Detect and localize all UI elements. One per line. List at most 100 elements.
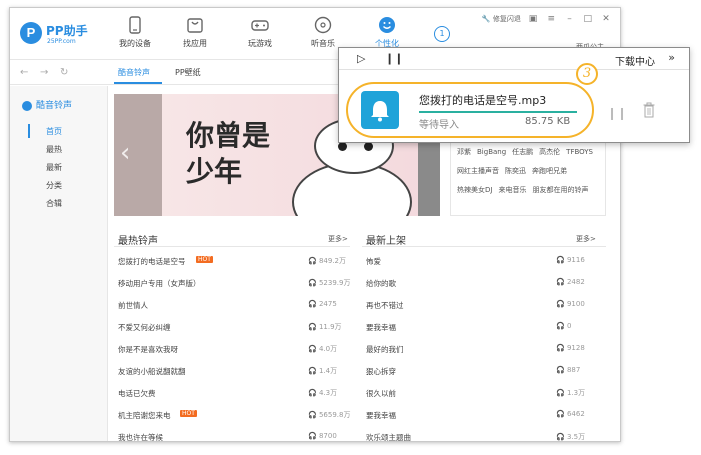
nav-find-apps[interactable]: 找应用 [170, 16, 220, 56]
sidebar: 酷音铃声 首页 最热 最新 分类 合辑 [10, 86, 108, 441]
play-count-value: 0 [566, 322, 572, 330]
list-item[interactable]: 友谊的小船说翻就翻 🎧 1.4万 [118, 360, 358, 382]
minimize-button[interactable]: – [564, 14, 576, 24]
app-logo[interactable]: P PP助手 25PP.com [20, 20, 110, 50]
list-item[interactable]: 前世情人 🎧 2475 [118, 294, 358, 316]
sidebar-item-hottest[interactable]: 最热 [46, 144, 62, 155]
play-count: 🎧 5239.9万 [308, 278, 350, 288]
ringtone-name: 很久以前 [366, 389, 396, 398]
ringtone-name: 给你的歌 [366, 279, 396, 288]
sidebar-item-home[interactable]: 首页 [46, 126, 62, 137]
tag[interactable]: 邓紫 [457, 148, 471, 156]
play-count-value: 2482 [566, 278, 585, 286]
list-item[interactable]: 机主陪谢您来电 HOT 🎧 5659.8万 [118, 404, 358, 426]
tag[interactable]: 陈奕迅 [505, 167, 526, 175]
tag[interactable]: 任志鹏 [512, 148, 533, 156]
tag[interactable]: 高杰伦 [539, 148, 560, 156]
tag[interactable]: 奔跑吧兄弟 [532, 167, 567, 175]
new-list-title: 最新上架 [366, 236, 406, 247]
headphones-icon: 🎧 [308, 345, 319, 353]
list-item[interactable]: 您拨打的电话是空号 HOT 🎧 849.2万 [118, 250, 358, 272]
list-item[interactable]: 再也不错过 🎧 9100 [366, 294, 606, 316]
tag-row: 邓紫 BigBang 任志鹏 高杰伦 TFBOYS [457, 147, 599, 157]
play-count-value: 3.5万 [566, 433, 586, 441]
back-arrow-icon[interactable]: ← [20, 67, 28, 78]
list-item[interactable]: 不爱又何必纠缠 🎧 11.9万 [118, 316, 358, 338]
banner-prev-area[interactable]: ‹ [114, 94, 162, 216]
ringtone-name: 怖爱 [366, 257, 381, 266]
play-count-value: 8700 [318, 432, 337, 440]
play-count-value: 887 [566, 366, 581, 374]
list-item[interactable]: 要我幸福 🎧 6462 [366, 404, 606, 426]
tag[interactable]: 热辣美女DJ [457, 186, 492, 194]
repair-crash-link[interactable]: 修复闪退 [493, 15, 521, 23]
app-name: PP助手 [46, 24, 88, 38]
headphones-icon: 🎧 [308, 300, 319, 308]
play-count-value: 1.4万 [318, 367, 338, 375]
play-count-value: 11.9万 [318, 323, 342, 331]
tag[interactable]: 网红主播声音 [457, 167, 499, 175]
play-count-value: 5239.9万 [318, 279, 351, 287]
list-item[interactable]: 怖爱 🎧 9116 [366, 250, 606, 272]
play-count-value: 849.2万 [318, 257, 346, 265]
highlight-annotation [346, 82, 594, 138]
trash-icon[interactable] [643, 102, 655, 118]
active-tab-indicator [114, 82, 162, 84]
hot-more-link[interactable]: 更多> [328, 234, 348, 244]
play-count: 🎧 9116 [556, 256, 585, 264]
step-number-badge: 3 [576, 63, 598, 85]
tab-ringtones[interactable]: 酷音铃声 [118, 67, 150, 78]
play-count: 🎧 4.3万 [308, 388, 337, 398]
ringtone-name: 要我幸福 [366, 411, 396, 420]
tag-row: 热辣美女DJ 来电音乐 朋友都在用的铃声 [457, 185, 594, 195]
baymax-eye [338, 142, 347, 151]
headphones-icon: 🎧 [308, 432, 319, 440]
ringtone-name: 前世情人 [118, 301, 148, 310]
pause-icon[interactable]: ❙❙ [607, 106, 627, 120]
play-count-value: 6462 [566, 410, 585, 418]
tag[interactable]: 朋友都在用的铃声 [532, 186, 588, 194]
play-count-value: 2475 [318, 300, 337, 308]
list-item[interactable]: 要我幸福 🎧 0 [366, 316, 606, 338]
list-item[interactable]: 你是不是喜欢我呀 🎧 4.0万 [118, 338, 358, 360]
list-item[interactable]: 给你的歌 🎧 2482 [366, 272, 606, 294]
skin-icon[interactable]: ▣ [527, 14, 539, 24]
forward-arrow-icon[interactable]: → [40, 67, 48, 78]
refresh-icon[interactable]: ↻ [60, 67, 68, 78]
smiley-icon [379, 17, 395, 33]
sidebar-item-category[interactable]: 分类 [46, 180, 62, 191]
play-icon[interactable]: ▷ [357, 52, 365, 65]
list-item[interactable]: 我也许在等候 🎧 8700 [118, 426, 358, 441]
list-item[interactable]: 最好的我们 🎧 9128 [366, 338, 606, 360]
sidebar-item-newest[interactable]: 最新 [46, 162, 62, 173]
tag[interactable]: TFBOYS [566, 148, 593, 156]
collapse-icon[interactable]: » [668, 51, 675, 64]
new-more-link[interactable]: 更多> [576, 234, 596, 244]
ringtone-name: 狠心拆穿 [366, 367, 396, 376]
tag[interactable]: 来电音乐 [498, 186, 526, 194]
bag-icon [187, 18, 203, 33]
close-button[interactable]: ✕ [600, 14, 612, 24]
ringtone-name: 您拨打的电话是空号 [118, 257, 186, 266]
play-count-value: 4.3万 [318, 389, 338, 397]
download-count-badge[interactable]: 1 [434, 26, 450, 42]
list-item[interactable]: 欢乐颂主题曲 🎧 3.5万 [366, 426, 606, 441]
banner-title: 你曾是少年 [186, 119, 271, 188]
tab-wallpapers[interactable]: PP壁纸 [175, 67, 201, 78]
play-count: 🎧 2475 [308, 300, 337, 308]
list-item[interactable]: 狠心拆穿 🎧 887 [366, 360, 606, 382]
nav-play-games[interactable]: 玩游戏 [235, 16, 285, 56]
maximize-button[interactable]: □ [582, 14, 594, 24]
play-count: 🎧 5659.8万 [308, 410, 350, 420]
sidebar-item-collection[interactable]: 合辑 [46, 198, 62, 209]
nav-my-device[interactable]: 我的设备 [110, 16, 160, 56]
ringtone-name: 电话已欠费 [118, 389, 156, 398]
menu-icon[interactable]: ≡ [545, 14, 557, 24]
list-item[interactable]: 移动用户专用（女声版） 🎧 5239.9万 [118, 272, 358, 294]
list-item[interactable]: 电话已欠费 🎧 4.3万 [118, 382, 358, 404]
headphones-icon: 🎧 [308, 389, 319, 397]
list-item[interactable]: 很久以前 🎧 1.3万 [366, 382, 606, 404]
tag[interactable]: BigBang [477, 148, 506, 156]
play-count-value: 9128 [566, 344, 585, 352]
pause-all-icon[interactable]: ❙❙ [385, 52, 403, 65]
